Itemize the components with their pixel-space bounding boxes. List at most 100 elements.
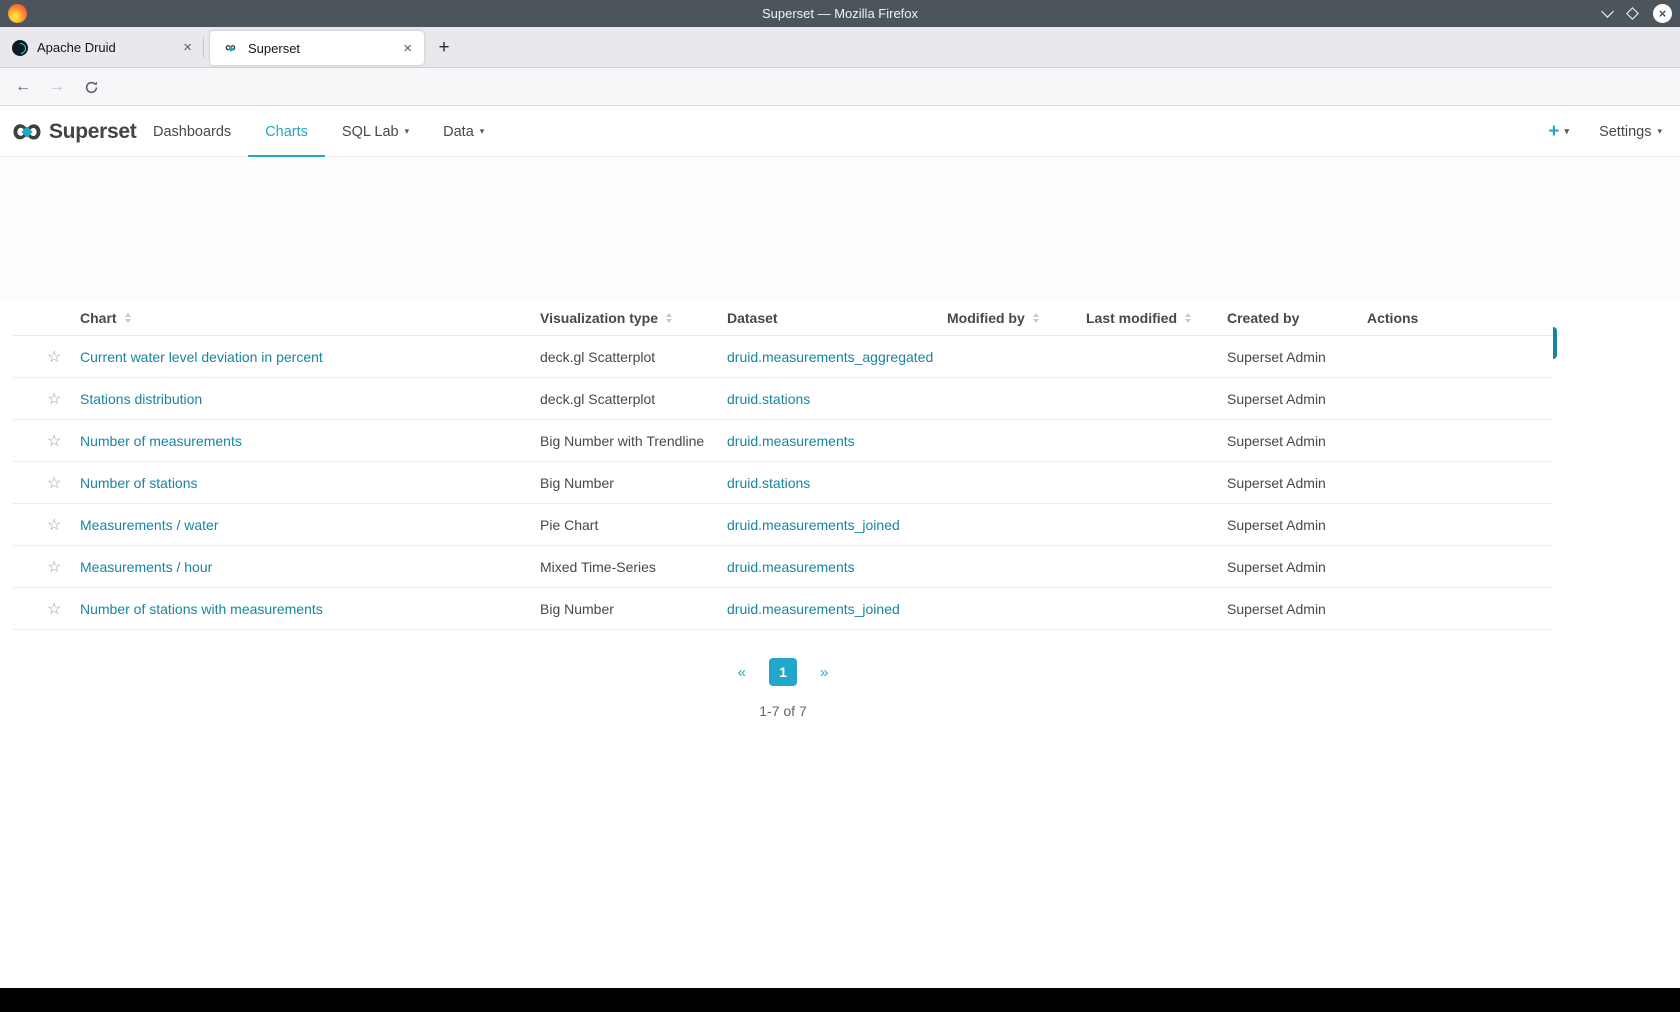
dataset-link[interactable]: druid.measurements bbox=[727, 559, 855, 575]
column-label: Chart bbox=[80, 309, 117, 326]
column-header-modified-by[interactable]: Modified by bbox=[947, 310, 1086, 326]
nav-item-sql-lab[interactable]: SQL Lab ▾ bbox=[325, 106, 426, 157]
created-by-cell: Superset Admin bbox=[1227, 558, 1326, 575]
charts-table: Chart Visualization type Dataset Modifie… bbox=[13, 300, 1553, 630]
table-row: ☆ Number of stations Big Number druid.st… bbox=[13, 462, 1553, 504]
tab-close-button[interactable]: × bbox=[181, 39, 194, 56]
favorite-star-icon[interactable]: ☆ bbox=[47, 433, 61, 450]
tab-title: Apache Druid bbox=[37, 40, 116, 55]
plus-icon: + bbox=[1548, 120, 1560, 142]
nav-items: Dashboards Charts SQL Lab ▾ Data ▾ bbox=[136, 106, 501, 157]
nav-label: Dashboards bbox=[153, 123, 232, 140]
close-icon: × bbox=[1658, 6, 1667, 21]
page-header: Charts BULK SELECT + CHART bbox=[0, 157, 1680, 359]
column-header-last-modified[interactable]: Last modified bbox=[1086, 310, 1227, 326]
viz-type-cell: deck.gl Scatterplot bbox=[540, 348, 656, 365]
table-row: ☆ Current water level deviation in perce… bbox=[13, 336, 1553, 378]
dataset-link[interactable]: druid.measurements_joined bbox=[727, 601, 900, 617]
created-by-cell: Superset Admin bbox=[1227, 474, 1326, 491]
created-by-cell: Superset Admin bbox=[1227, 600, 1326, 617]
window-minimize-icon[interactable] bbox=[1601, 5, 1614, 18]
favorite-star-icon[interactable]: ☆ bbox=[47, 559, 61, 576]
nav-label: SQL Lab bbox=[341, 123, 399, 140]
superset-brand[interactable]: ∞ Superset bbox=[12, 105, 137, 157]
chart-link[interactable]: Measurements / hour bbox=[80, 559, 212, 575]
nav-item-dashboards[interactable]: Dashboards bbox=[136, 106, 248, 157]
created-by-cell: Superset Admin bbox=[1227, 516, 1326, 533]
chevron-down-icon: ▾ bbox=[1564, 126, 1570, 136]
column-header-chart[interactable]: Chart bbox=[80, 310, 540, 326]
sort-icon bbox=[1032, 312, 1039, 323]
column-label: Created by bbox=[1227, 309, 1300, 326]
dataset-link[interactable]: druid.measurements_aggregated bbox=[727, 349, 933, 365]
favorite-star-icon[interactable]: ☆ bbox=[47, 349, 61, 366]
window-titlebar: Superset — Mozilla Firefox × bbox=[0, 0, 1680, 27]
dataset-link[interactable]: druid.stations bbox=[727, 391, 810, 407]
tab-close-button[interactable]: × bbox=[401, 40, 414, 57]
table-row: ☆ Number of stations with measurements B… bbox=[13, 588, 1553, 630]
column-header-created-by: Created by bbox=[1227, 310, 1367, 326]
viz-type-cell: Mixed Time-Series bbox=[540, 558, 656, 575]
favorite-star-icon[interactable]: ☆ bbox=[47, 517, 61, 534]
created-by-cell: Superset Admin bbox=[1227, 390, 1326, 407]
nav-item-data[interactable]: Data ▾ bbox=[426, 106, 501, 157]
window-controls: × bbox=[1601, 0, 1672, 27]
dataset-link[interactable]: druid.measurements bbox=[727, 433, 855, 449]
pagination: « 1 » bbox=[13, 658, 1553, 686]
chart-link[interactable]: Number of measurements bbox=[80, 433, 242, 449]
tab-apache-druid[interactable]: Apache Druid × bbox=[0, 27, 204, 68]
window-close-button[interactable]: × bbox=[1653, 4, 1672, 23]
tab-separator bbox=[203, 37, 204, 58]
bottom-black-bar bbox=[0, 988, 1680, 1012]
created-by-cell: Superset Admin bbox=[1227, 348, 1326, 365]
sort-icon bbox=[124, 312, 131, 323]
superset-logo-icon: ∞ bbox=[12, 105, 42, 153]
druid-favicon-icon bbox=[12, 39, 28, 56]
chevron-down-icon: ▾ bbox=[479, 126, 485, 136]
sort-icon bbox=[1185, 312, 1192, 323]
reload-button[interactable] bbox=[78, 75, 104, 99]
favorite-star-icon[interactable]: ☆ bbox=[47, 601, 61, 618]
chevron-down-icon: ▾ bbox=[404, 126, 410, 136]
table-header-row: Chart Visualization type Dataset Modifie… bbox=[13, 300, 1553, 336]
add-new-menu-button[interactable]: + ▾ bbox=[1548, 121, 1569, 143]
chart-link[interactable]: Number of stations bbox=[80, 475, 198, 491]
table-row: ☆ Measurements / hour Mixed Time-Series … bbox=[13, 546, 1553, 588]
viz-type-cell: Pie Chart bbox=[540, 516, 599, 533]
dataset-link[interactable]: druid.stations bbox=[727, 475, 810, 491]
viz-type-cell: Big Number bbox=[540, 600, 614, 617]
nav-item-charts[interactable]: Charts bbox=[248, 106, 325, 157]
column-label: Dataset bbox=[727, 309, 778, 326]
pagination-next-button[interactable]: » bbox=[820, 664, 828, 681]
tab-superset[interactable]: ∞ Superset × bbox=[210, 31, 424, 65]
viz-type-cell: Big Number with Trendline bbox=[540, 432, 705, 449]
pagination-prev-button[interactable]: « bbox=[738, 664, 746, 681]
pagination-page-1[interactable]: 1 bbox=[769, 658, 797, 686]
back-button[interactable]: ← bbox=[10, 75, 36, 99]
nav-label: Data bbox=[443, 123, 474, 140]
forward-button[interactable]: → bbox=[44, 75, 70, 99]
settings-menu-button[interactable]: Settings ▾ bbox=[1599, 124, 1662, 140]
favorite-star-icon[interactable]: ☆ bbox=[47, 475, 61, 492]
reload-icon bbox=[85, 81, 97, 93]
chevron-down-icon: ▾ bbox=[1657, 126, 1662, 136]
superset-navbar: ∞ Superset Dashboards Charts SQL Lab ▾ Da… bbox=[0, 106, 1680, 157]
favorite-star-icon[interactable]: ☆ bbox=[47, 391, 61, 408]
new-tab-button[interactable]: + bbox=[430, 34, 458, 62]
column-label: Last modified bbox=[1086, 309, 1178, 326]
viz-type-cell: Big Number bbox=[540, 474, 614, 491]
nav-right: + ▾ Settings ▾ bbox=[1548, 106, 1662, 157]
chart-link[interactable]: Measurements / water bbox=[80, 517, 219, 533]
column-header-dataset: Dataset bbox=[727, 310, 947, 326]
window-title: Superset — Mozilla Firefox bbox=[761, 6, 919, 21]
window-maximize-icon[interactable] bbox=[1626, 7, 1639, 20]
chart-link[interactable]: Number of stations with measurements bbox=[80, 601, 323, 617]
brand-name: Superset bbox=[48, 119, 137, 143]
browser-tab-bar: Apache Druid × ∞ Superset × + bbox=[0, 27, 1680, 68]
table-row: ☆ Number of measurements Big Number with… bbox=[13, 420, 1553, 462]
column-label: Actions bbox=[1367, 309, 1419, 326]
dataset-link[interactable]: druid.measurements_joined bbox=[727, 517, 900, 533]
chart-link[interactable]: Stations distribution bbox=[80, 391, 202, 407]
column-header-viz-type[interactable]: Visualization type bbox=[540, 310, 727, 326]
chart-link[interactable]: Current water level deviation in percent bbox=[80, 349, 323, 365]
